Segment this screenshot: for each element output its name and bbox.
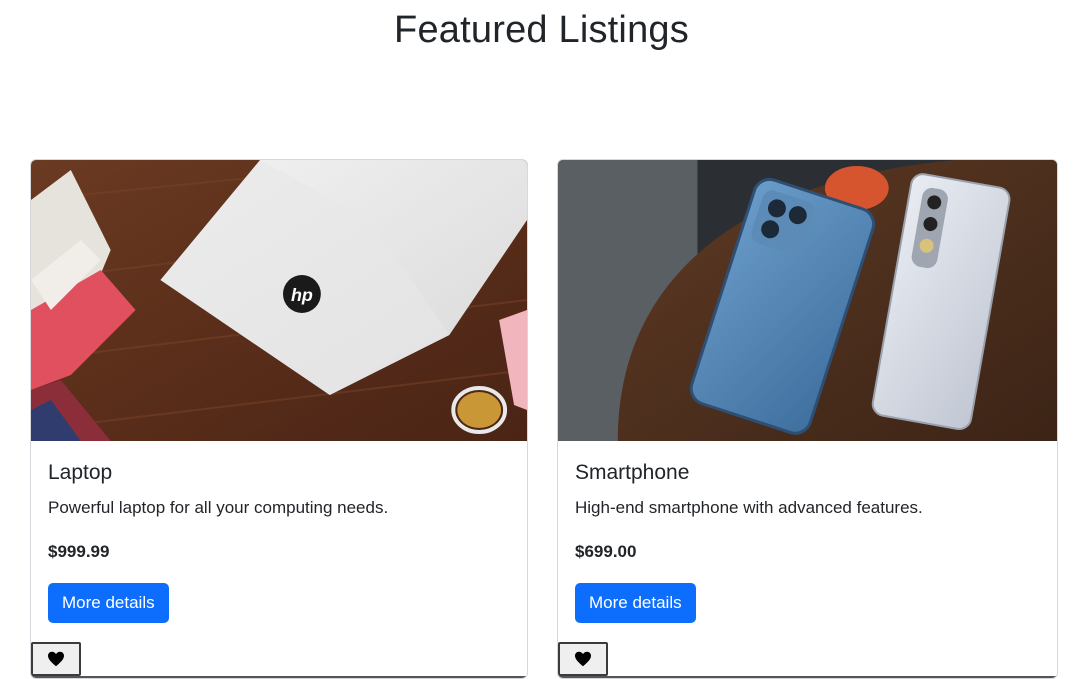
listing-description: High-end smartphone with advanced featur… xyxy=(575,498,923,517)
heart-icon xyxy=(575,651,591,667)
favorite-button[interactable] xyxy=(31,642,81,676)
heart-icon xyxy=(48,651,64,667)
listing-title: Smartphone xyxy=(575,461,690,484)
favorite-button[interactable] xyxy=(558,642,608,676)
listing-title: Laptop xyxy=(48,461,113,484)
more-details-button[interactable]: More details xyxy=(575,583,696,623)
listing-card-laptop: hp Laptop Powerful laptop for all your c… xyxy=(30,159,528,679)
listing-card-smartphone: Smartphone High-end smartphone with adva… xyxy=(557,159,1058,679)
listing-price: $699.00 xyxy=(575,542,637,561)
listing-description: Powerful laptop for all your computing n… xyxy=(48,498,389,517)
card-bottom-edge xyxy=(31,676,527,678)
more-details-button[interactable]: More details xyxy=(48,583,169,623)
laptop-image: hp xyxy=(31,160,527,441)
svg-text:hp: hp xyxy=(291,285,313,305)
smartphone-image xyxy=(558,160,1057,441)
card-bottom-edge xyxy=(558,676,1057,678)
listing-price: $999.99 xyxy=(48,542,110,561)
smartphones-photo xyxy=(558,160,1057,441)
laptop-photo: hp xyxy=(31,160,527,441)
page-title: Featured Listings xyxy=(394,9,689,51)
